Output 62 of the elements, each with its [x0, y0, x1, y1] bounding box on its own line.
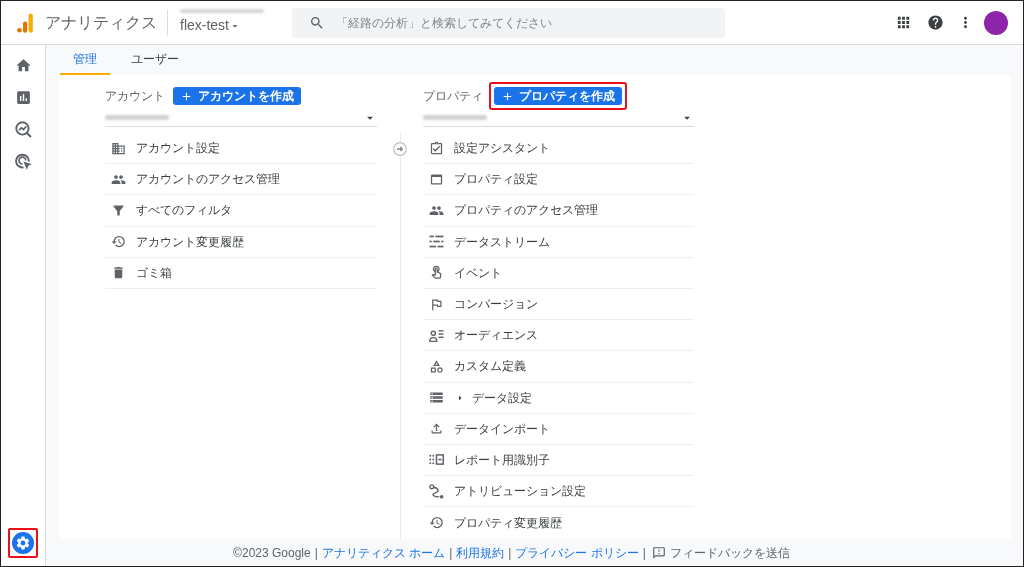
clipboard-check-icon [429, 140, 444, 156]
app-name: アナリティクス [45, 12, 157, 33]
section-label: アカウント [105, 88, 165, 105]
menu-item[interactable]: アトリビューション設定 [423, 476, 694, 508]
search-field[interactable]: 「経路の分析」と検索してみてください [292, 7, 725, 38]
footer-link[interactable]: プライバシー ポリシー [515, 543, 639, 562]
footer-separator: | [508, 544, 512, 562]
search-icon [309, 14, 325, 31]
history-icon [111, 234, 126, 250]
shapes-icon [429, 358, 444, 374]
bars-logo-icon[interactable] [17, 12, 33, 33]
help-icon[interactable] [927, 14, 944, 31]
settings-icon [15, 535, 31, 551]
history-icon [429, 515, 444, 531]
tap-hand-icon [429, 265, 444, 281]
menu-item[interactable]: すべてのフィルタ [105, 195, 377, 227]
footer-separator: | [314, 544, 318, 562]
footer-separator: | [642, 544, 646, 562]
menu-item[interactable]: データ設定 [423, 382, 694, 414]
person-list-icon [429, 327, 444, 343]
building-icon [111, 140, 126, 156]
menu-item[interactable]: 設定アシスタント [423, 133, 694, 165]
create-button[interactable]: プロパティを作成 [494, 87, 622, 105]
menu-item[interactable]: アカウントのアクセス管理 [105, 164, 377, 196]
trend-magnifier-icon[interactable] [14, 121, 32, 138]
menu-item[interactable]: カスタム定義 [423, 351, 694, 383]
trash-icon [111, 265, 126, 281]
menu-item[interactable]: データインポート [423, 413, 694, 445]
menu-item[interactable]: アカウント設定 [105, 133, 377, 165]
arrow-circle-icon[interactable] [393, 142, 407, 156]
feedback-icon [651, 545, 666, 560]
apps-grid-icon[interactable] [895, 14, 912, 31]
tab[interactable]: ユーザー [118, 45, 192, 75]
dots-card-icon [429, 452, 444, 468]
home-icon[interactable] [14, 57, 32, 74]
database-icon [429, 390, 444, 406]
target-cursor-icon[interactable] [14, 153, 32, 170]
menu-item[interactable]: プロパティ設定 [423, 164, 694, 196]
copyright-text: ©2023 Google [233, 544, 311, 562]
menu-item[interactable]: ゴミ箱 [105, 257, 377, 289]
footer-link[interactable]: 利用規約 [456, 543, 505, 562]
menu-item[interactable]: イベント [423, 257, 694, 289]
feedback-link[interactable]: フィードバックを送信 [651, 543, 790, 562]
footer-separator: | [449, 544, 453, 562]
menu-item[interactable]: プロパティのアクセス管理 [423, 195, 694, 227]
redacted-text [105, 115, 169, 120]
redacted-text [423, 115, 487, 120]
menu-item[interactable]: プロパティ変更履歴 [423, 507, 694, 539]
dashed-lines-icon [429, 234, 444, 250]
route-icon [429, 483, 444, 499]
upload-icon [429, 421, 444, 437]
bar-chart-icon[interactable] [14, 89, 32, 106]
menu-item[interactable]: アカウント変更履歴 [105, 226, 377, 258]
section-label: プロパティ [423, 88, 483, 105]
create-button[interactable]: アカウントを作成 [173, 87, 301, 105]
footer-link[interactable]: アナリティクス ホーム [321, 543, 446, 562]
menu-item[interactable]: コンバージョン [423, 288, 694, 321]
menu-item[interactable]: オーディエンス [423, 320, 694, 352]
property-selector[interactable]: flex-test [180, 15, 241, 36]
menu-item[interactable]: レポート用識別子 [423, 444, 694, 477]
avatar[interactable] [984, 10, 1008, 35]
menu-item[interactable]: データストリーム [423, 226, 694, 258]
